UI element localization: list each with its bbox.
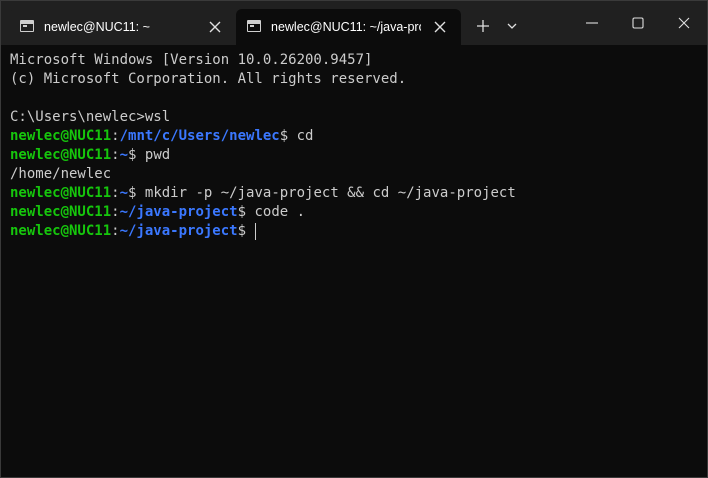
command-text	[246, 223, 254, 239]
command-text: code .	[246, 204, 306, 220]
prompt-user: newlec@NUC11	[10, 128, 112, 144]
prompt-line: newlec@NUC11:~$ pwd	[10, 147, 171, 163]
maximize-icon	[632, 17, 644, 29]
terminal-output[interactable]: Microsoft Windows [Version 10.0.26200.94…	[1, 45, 707, 477]
terminal-icon	[247, 20, 261, 32]
minimize-icon	[586, 22, 598, 24]
close-icon[interactable]	[433, 20, 447, 34]
close-window-button[interactable]	[661, 1, 707, 45]
prompt-line: newlec@NUC11:/mnt/c/Users/newlec$ cd	[10, 128, 314, 144]
prompt-user: newlec@NUC11	[10, 185, 112, 201]
terminal-window: newlec@NUC11: ~ newlec@NUC11: ~/java-pro	[0, 0, 708, 478]
maximize-button[interactable]	[615, 1, 661, 45]
terminal-line: /home/newlec	[10, 166, 112, 182]
close-icon	[678, 17, 690, 29]
prompt-line: newlec@NUC11:~/java-project$	[10, 222, 257, 241]
prompt-path: ~/java-project	[119, 223, 238, 239]
prompt-line: newlec@NUC11:~$ mkdir -p ~/java-project …	[10, 185, 516, 201]
prompt-path: /mnt/c/Users/newlec	[119, 128, 280, 144]
title-bar: newlec@NUC11: ~ newlec@NUC11: ~/java-pro	[1, 1, 707, 45]
command-text: cd	[288, 128, 314, 144]
tab-title: newlec@NUC11: ~/java-pro	[271, 20, 421, 34]
chevron-down-icon[interactable]	[501, 15, 523, 37]
terminal-line: Microsoft Windows [Version 10.0.26200.94…	[10, 52, 373, 68]
minimize-button[interactable]	[569, 1, 615, 45]
text-cursor	[255, 222, 257, 240]
prompt-path: ~	[119, 147, 129, 163]
terminal-icon	[20, 20, 34, 32]
command-text: pwd	[136, 147, 171, 163]
tab-title: newlec@NUC11: ~	[44, 20, 150, 34]
prompt-path: ~/java-project	[119, 204, 238, 220]
prompt-path: ~	[119, 185, 129, 201]
prompt-line: newlec@NUC11:~/java-project$ code .	[10, 204, 306, 220]
prompt-user: newlec@NUC11	[10, 223, 112, 239]
command-text: mkdir -p ~/java-project && cd ~/java-pro…	[136, 185, 516, 201]
prompt-user: newlec@NUC11	[10, 204, 112, 220]
close-icon[interactable]	[208, 20, 222, 34]
plus-icon[interactable]	[469, 12, 497, 40]
tab-home[interactable]: newlec@NUC11: ~	[9, 9, 233, 45]
tab-java-project[interactable]: newlec@NUC11: ~/java-pro	[236, 9, 461, 45]
prompt-user: newlec@NUC11	[10, 147, 112, 163]
terminal-line: C:\Users\newlec>wsl	[10, 109, 171, 125]
terminal-line: (c) Microsoft Corporation. All rights re…	[10, 71, 407, 87]
